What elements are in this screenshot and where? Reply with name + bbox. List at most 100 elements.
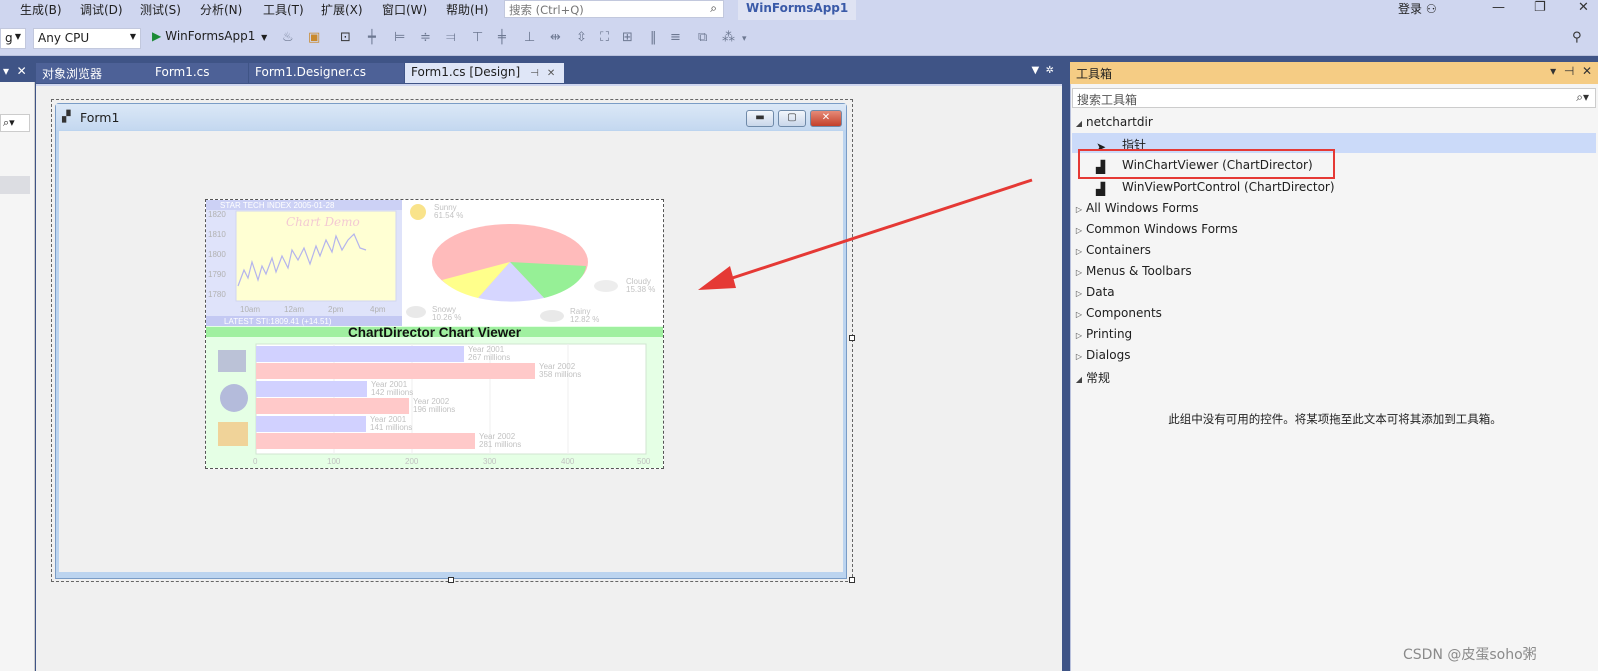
pin-icon[interactable]: ⊣ xyxy=(530,68,539,79)
toolbox-group-dialogs[interactable]: ▷ Dialogs xyxy=(1072,345,1596,365)
toolbox-group-common-windows-forms[interactable]: ▷ Common Windows Forms xyxy=(1072,219,1596,239)
platform-combo[interactable]: Any CPU ▼ xyxy=(33,28,141,49)
collapsed-icon: ▷ xyxy=(1075,247,1083,256)
run-button[interactable]: ▶ WinFormsApp1 ▼ xyxy=(152,29,267,43)
login-label: 登录 xyxy=(1398,2,1423,16)
align-top-icon[interactable]: ⊤ xyxy=(472,30,483,45)
global-search-placeholder: 搜索 (Ctrl+Q) xyxy=(509,3,584,17)
feedback-icon[interactable]: ⚲ xyxy=(1572,30,1582,45)
left-panel-tab[interactable]: ▾ ✕ xyxy=(0,62,35,82)
bar-axis-label: 500 xyxy=(637,457,651,466)
form-titlebar xyxy=(56,104,846,130)
menu-window[interactable]: 窗口(W) xyxy=(382,1,427,18)
toolbox-search-placeholder: 搜索工具箱 xyxy=(1077,93,1138,107)
collapsed-icon: ▷ xyxy=(1075,331,1083,340)
form-maximize-button[interactable]: ▢ xyxy=(778,110,806,127)
config-combo[interactable]: g ▼ xyxy=(0,28,26,49)
close-icon[interactable]: ✕ xyxy=(1582,64,1592,78)
stock-xlabel: 4pm xyxy=(370,305,386,314)
same-size-icon[interactable]: ⛶ xyxy=(600,30,609,45)
chevron-down-icon: ▼ xyxy=(261,33,268,42)
overflow-icon[interactable]: ▾ xyxy=(742,34,747,44)
pie-label-pct: 12.82 % xyxy=(570,315,599,324)
group-label: Common Windows Forms xyxy=(1086,222,1238,236)
tab-object-browser[interactable]: 对象浏览器 xyxy=(36,63,150,83)
same-width-icon[interactable]: ⇹ xyxy=(550,30,561,45)
toolbar: g ▼ Any CPU ▼ ▶ WinFormsApp1 ▼ ♨ ▣ ⊡ ┿ ⊨ … xyxy=(0,22,1598,56)
menu-help[interactable]: 帮助(H) xyxy=(446,1,488,18)
close-icon[interactable]: ✕ xyxy=(547,68,555,79)
pin-icon[interactable]: ⊣ xyxy=(1564,64,1574,78)
vspace-icon[interactable]: ≡ xyxy=(670,30,681,45)
form-title: Form1 xyxy=(80,110,120,125)
toolbox-group-containers[interactable]: ▷ Containers xyxy=(1072,240,1596,260)
stock-xlabel: 2pm xyxy=(328,305,344,314)
toolbox-empty-message: 此组中没有可用的控件。将某项拖至此文本可将其添加到工具箱。 xyxy=(1168,412,1502,426)
menu-debug[interactable]: 调试(D) xyxy=(80,1,123,18)
chevron-down-icon: ▼ xyxy=(14,32,21,41)
toolbox-group-netchartdir[interactable]: ◢ netchartdir xyxy=(1072,112,1596,132)
group-label: All Windows Forms xyxy=(1086,201,1199,215)
folder-icon[interactable]: ▣ xyxy=(308,30,320,45)
toolbox-item-winviewportcontrol[interactable]: ▟ WinViewPortControl (ChartDirector) xyxy=(1072,177,1596,197)
minimize-icon[interactable]: — xyxy=(1492,0,1505,15)
bar-label-value: 267 millions xyxy=(468,353,510,362)
tab-form1-designer-cs[interactable]: Form1.Designer.cs xyxy=(249,63,405,83)
toolbox-group-data[interactable]: ▷ Data xyxy=(1072,282,1596,302)
restore-icon[interactable]: ❐ xyxy=(1534,0,1546,15)
tab-order-icon[interactable]: ⁂ xyxy=(722,30,735,45)
group-label: Menus & Toolbars xyxy=(1086,264,1192,278)
collapsed-icon: ▷ xyxy=(1075,205,1083,214)
menu-test[interactable]: 测试(S) xyxy=(140,1,181,18)
bar-2001-c xyxy=(256,416,366,432)
align-left-icon[interactable]: ⊨ xyxy=(394,30,405,45)
pie-label-pct: 15.38 % xyxy=(626,285,655,294)
toolbox-group-menus-toolbars[interactable]: ▷ Menus & Toolbars xyxy=(1072,261,1596,281)
annotation-arrow xyxy=(698,178,1033,290)
menu-analyze[interactable]: 分析(N) xyxy=(200,1,242,18)
toolbox-search-input[interactable]: 搜索工具箱 ⌕▾ xyxy=(1072,88,1596,108)
toolbox-group-components[interactable]: ▷ Components xyxy=(1072,303,1596,323)
close-icon[interactable]: ✕ xyxy=(1578,0,1589,15)
gear-icon[interactable]: ✲ xyxy=(1046,65,1054,76)
hot-reload-icon[interactable]: ♨ xyxy=(282,30,294,45)
highlight-box xyxy=(1078,149,1335,179)
toolbox-group-all-windows-forms[interactable]: ▷ All Windows Forms xyxy=(1072,198,1596,218)
menu-build[interactable]: 生成(B) xyxy=(20,1,62,18)
same-height-icon[interactable]: ⇳ xyxy=(576,30,587,45)
hspace-icon[interactable]: ‖ xyxy=(650,30,657,45)
chevron-down-icon[interactable]: ▼ xyxy=(1032,65,1040,76)
bar-label-value: 142 millions xyxy=(371,388,413,397)
left-panel-selected-row[interactable] xyxy=(0,176,30,194)
toolbox-group-printing[interactable]: ▷ Printing xyxy=(1072,324,1596,344)
global-search-input[interactable]: 搜索 (Ctrl+Q) ⌕ xyxy=(504,0,724,18)
chevron-down-icon[interactable]: ▾ xyxy=(1550,64,1556,78)
stock-title: STAR TECH INDEX 2005-01-28 xyxy=(220,201,335,210)
tab-form1-cs[interactable]: Form1.cs xyxy=(149,63,249,83)
config-combo-value: g xyxy=(5,31,13,45)
person-add-icon: ⚇ xyxy=(1425,2,1437,16)
group-label: 常规 xyxy=(1086,371,1111,385)
align-middle-icon[interactable]: ╪ xyxy=(498,30,506,45)
align-icon[interactable]: ┿ xyxy=(368,30,376,45)
form-close-button[interactable]: ✕ xyxy=(810,110,842,127)
menu-extensions[interactable]: 扩展(X) xyxy=(321,1,363,18)
login-link[interactable]: 登录 ⚇ xyxy=(1398,0,1437,17)
resize-handle-right[interactable] xyxy=(849,335,855,341)
form-minimize-button[interactable]: ▬ xyxy=(746,110,774,127)
search-icon: ⌕ xyxy=(710,1,717,15)
align-right-icon[interactable]: ⫤ xyxy=(446,30,456,45)
stock-watermark: Chart Demo xyxy=(286,215,360,229)
menu-tools[interactable]: 工具(T) xyxy=(263,1,304,18)
resize-handle-corner[interactable] xyxy=(849,577,855,583)
resize-handle-bottom[interactable] xyxy=(448,577,454,583)
toolbox-group-general[interactable]: ◢ 常规 xyxy=(1072,366,1596,386)
align-bottom-icon[interactable]: ⊥ xyxy=(524,30,535,45)
align-center-icon[interactable]: ≑ xyxy=(420,30,431,45)
view-icon[interactable]: ⊡ xyxy=(340,30,351,45)
grid-icon[interactable]: ⊞ xyxy=(622,30,633,45)
tab-form1-design[interactable]: Form1.cs [Design] ⊣ ✕ xyxy=(405,63,565,83)
bar-2001-a xyxy=(256,346,464,362)
left-panel-search[interactable]: ⌕▾ xyxy=(0,114,30,132)
bring-front-icon[interactable]: ⧉ xyxy=(698,30,707,45)
